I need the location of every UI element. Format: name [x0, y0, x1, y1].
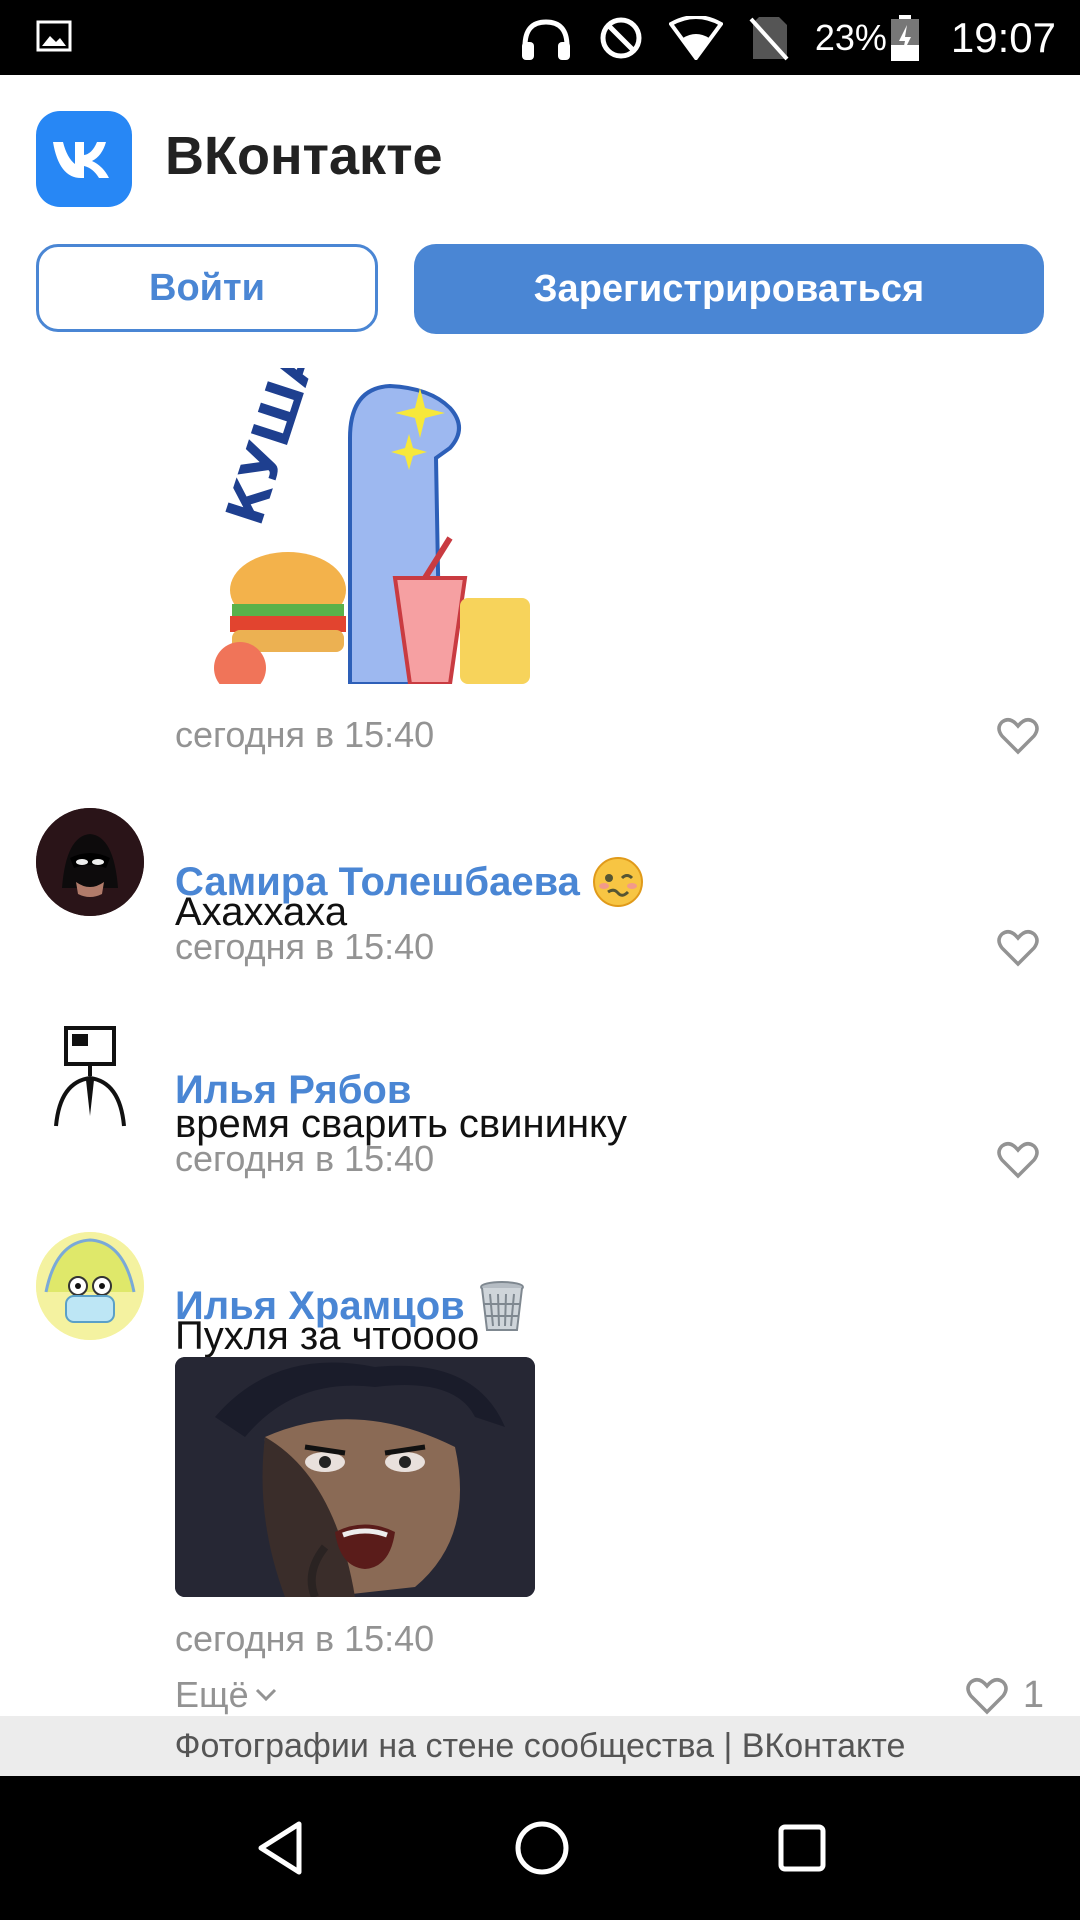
sticker-timestamp: сегодня в 15:40 [175, 714, 435, 755]
like-heart-icon[interactable] [996, 1140, 1040, 1180]
burger-icon [230, 552, 346, 652]
like-heart-icon [966, 1677, 1008, 1714]
login-button[interactable]: Войти [36, 244, 378, 332]
image-icon [36, 20, 72, 52]
chevron-down-icon [255, 1688, 276, 1702]
avatar[interactable] [36, 1020, 144, 1128]
like-button[interactable]: 1 [965, 1674, 1044, 1716]
screen: 23% 19:07 ВКонтакте Войти Зарегистрирова… [0, 0, 1080, 1920]
wastebasket-icon [479, 1281, 524, 1331]
battery-charging-icon [890, 14, 919, 61]
sticker-caption: КУШАЙ [214, 368, 343, 532]
back-icon[interactable] [253, 1818, 307, 1878]
comments-feed[interactable]: КУШАЙ сегодня в 15:40 Самира Толешбаева … [0, 368, 1080, 1716]
vk-logo-icon [36, 111, 132, 207]
avatar[interactable] [36, 808, 144, 916]
recents-icon[interactable] [777, 1823, 827, 1873]
avatar[interactable] [36, 1232, 144, 1340]
comment-text: Пухля за чтоооо [175, 1314, 480, 1358]
page-caption: Фотографии на стене сообщества | ВКонтак… [0, 1716, 1080, 1776]
like-heart-icon[interactable] [996, 928, 1040, 968]
home-icon[interactable] [514, 1820, 570, 1876]
comment-photo[interactable] [175, 1357, 535, 1597]
app-title: ВКонтакте [165, 126, 443, 186]
sticker-image: КУШАЙ [214, 368, 530, 684]
show-more-button[interactable]: Ещё [175, 1674, 277, 1716]
like-heart-icon[interactable] [996, 716, 1040, 756]
comment-timestamp: сегодня в 15:40 [175, 1618, 435, 1659]
headphones-icon [521, 18, 570, 60]
register-button[interactable]: Зарегистрироваться [414, 244, 1044, 334]
comment-timestamp: сегодня в 15:40 [175, 926, 435, 967]
status-bar: 23% 19:07 [0, 0, 1080, 75]
battery-percent: 23% [814, 16, 887, 58]
system-nav-bar [0, 1776, 1080, 1920]
clock: 19:07 [950, 13, 1056, 61]
like-count: 1 [1022, 1674, 1044, 1716]
wifi-icon [668, 15, 723, 60]
show-more-label: Ещё [175, 1674, 249, 1715]
woozy-face-icon [592, 857, 643, 907]
no-sim-icon [749, 16, 789, 60]
comment-timestamp: сегодня в 15:40 [175, 1138, 435, 1179]
app-header: ВКонтакте [0, 75, 1080, 215]
do-not-disturb-icon [600, 17, 642, 58]
